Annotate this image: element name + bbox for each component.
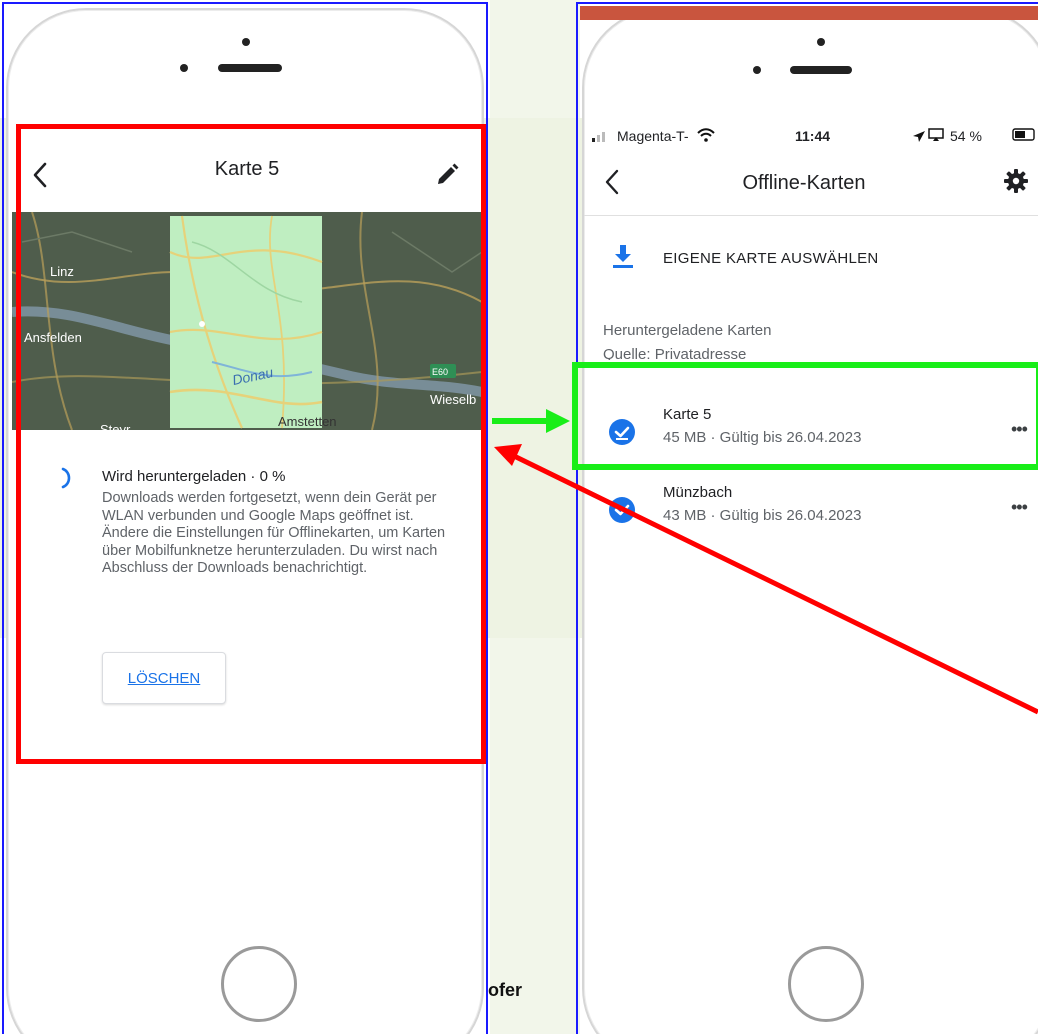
green-arrow bbox=[492, 409, 570, 433]
red-arrow bbox=[494, 444, 1038, 715]
annotation-arrows bbox=[492, 409, 1038, 715]
